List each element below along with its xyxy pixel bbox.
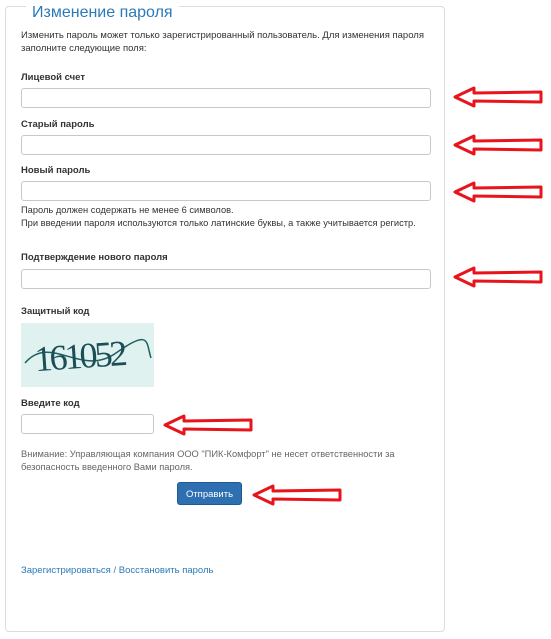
restore-password-link[interactable]: Восстановить пароль: [119, 565, 214, 576]
account-input[interactable]: [21, 88, 431, 108]
disclaimer-note: Внимание: Управляющая компания ООО "ПИК-…: [21, 449, 395, 472]
account-label: Лицевой счет: [21, 72, 85, 83]
old-password-label: Старый пароль: [21, 119, 95, 130]
page-title: Изменение пароля: [26, 4, 179, 22]
new-password-label: Новый пароль: [21, 165, 91, 176]
red-arrow-icon: [453, 266, 543, 288]
red-arrow-icon: [252, 484, 342, 506]
captcha-image: 161052: [21, 323, 154, 387]
code-label: Введите код: [21, 398, 80, 409]
red-arrow-icon: [453, 134, 543, 156]
link-separator: /: [110, 565, 119, 576]
red-arrow-icon: [453, 86, 543, 108]
register-link[interactable]: Зарегистрироваться: [21, 565, 111, 576]
red-arrow-icon: [163, 414, 253, 436]
new-password-input[interactable]: [21, 181, 431, 201]
confirm-password-input[interactable]: [21, 269, 431, 289]
captcha-code-text: 161052: [33, 333, 128, 379]
password-charset-hint: При введении пароля используются только …: [21, 218, 416, 228]
submit-button[interactable]: Отправить: [177, 482, 242, 505]
old-password-input[interactable]: [21, 135, 431, 155]
red-arrow-icon: [453, 181, 543, 203]
code-input[interactable]: [21, 414, 154, 434]
auth-links: Зарегистрироваться / Восстановить пароль: [21, 565, 214, 576]
password-length-hint: Пароль должен содержать не менее 6 симво…: [21, 205, 234, 215]
captcha-label: Защитный код: [21, 306, 90, 317]
confirm-password-label: Подтверждение нового пароля: [21, 252, 168, 263]
captcha-graphic: 161052: [24, 333, 152, 379]
intro-text: Изменить пароль может только зарегистрир…: [21, 30, 424, 54]
